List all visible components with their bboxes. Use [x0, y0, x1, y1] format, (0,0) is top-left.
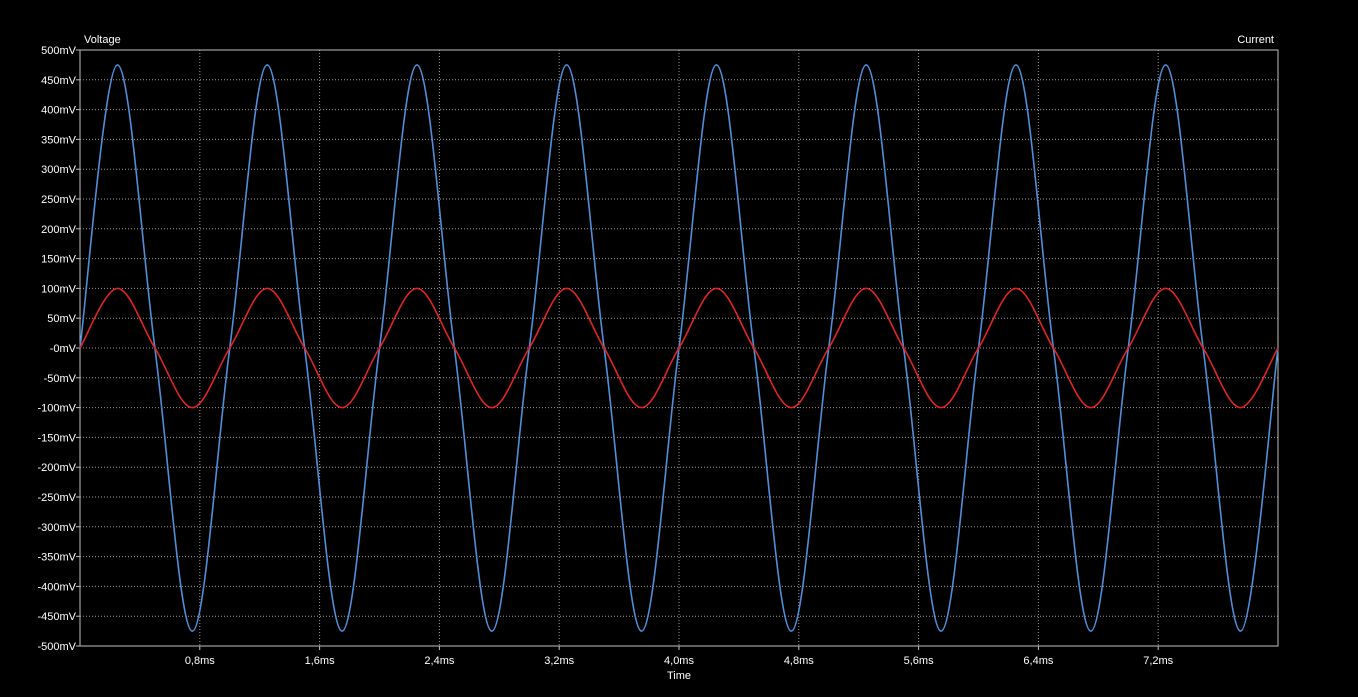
- y-tick-label: -50mV: [44, 373, 77, 385]
- y-tick-label: 200mV: [41, 224, 77, 236]
- y-tick-label: 450mV: [41, 75, 77, 87]
- x-tick-label: 2,4ms: [424, 655, 454, 667]
- y-tick-label: 350mV: [41, 134, 77, 146]
- x-tick-label: 6,4ms: [1023, 655, 1053, 667]
- waveform-chart: 500mV 450mV 400mV 350mV 300mV 250mV 200mV 150mV…: [0, 0, 1358, 697]
- y-tick-label: -300mV: [37, 522, 76, 534]
- x-tick-labels: 0,8ms 1,6ms 2,4ms 3,2ms 4,0ms 4,8ms 5,6ms 6,4ms…: [185, 655, 1174, 667]
- y-tick-label: 150mV: [41, 254, 77, 266]
- y-tick-label: -0mV: [50, 343, 77, 355]
- y-tick-label: 400mV: [41, 105, 77, 117]
- y-tick-label: -500mV: [37, 641, 76, 653]
- x-tick-label: 5,6ms: [904, 655, 934, 667]
- x-tick-label: 3,2ms: [544, 655, 574, 667]
- right-axis-title: Current: [1237, 34, 1274, 46]
- y-tick-label: -450mV: [37, 611, 76, 623]
- y-tick-label: -250mV: [37, 492, 76, 504]
- x-tick-label: 1,6ms: [305, 655, 335, 667]
- y-tick-label: -100mV: [37, 403, 76, 415]
- y-tick-label: 300mV: [41, 164, 77, 176]
- x-tick-label: 4,0ms: [664, 655, 694, 667]
- x-tick-label: 0,8ms: [185, 655, 215, 667]
- x-axis-label: Time: [667, 670, 691, 682]
- y-tick-label: -400mV: [37, 581, 76, 593]
- y-tick-label: -200mV: [37, 462, 76, 474]
- y-tick-label: 50mV: [47, 313, 76, 325]
- y-tick-label: 100mV: [41, 283, 77, 295]
- y-tick-label: 500mV: [41, 45, 77, 57]
- y-tick-label: -150mV: [37, 432, 76, 444]
- x-tick-label: 7,2ms: [1143, 655, 1173, 667]
- y-tick-label: 250mV: [41, 194, 77, 206]
- x-tick-label: 4,8ms: [784, 655, 814, 667]
- y-tick-label: -350mV: [37, 552, 76, 564]
- left-axis-title: Voltage: [84, 34, 121, 46]
